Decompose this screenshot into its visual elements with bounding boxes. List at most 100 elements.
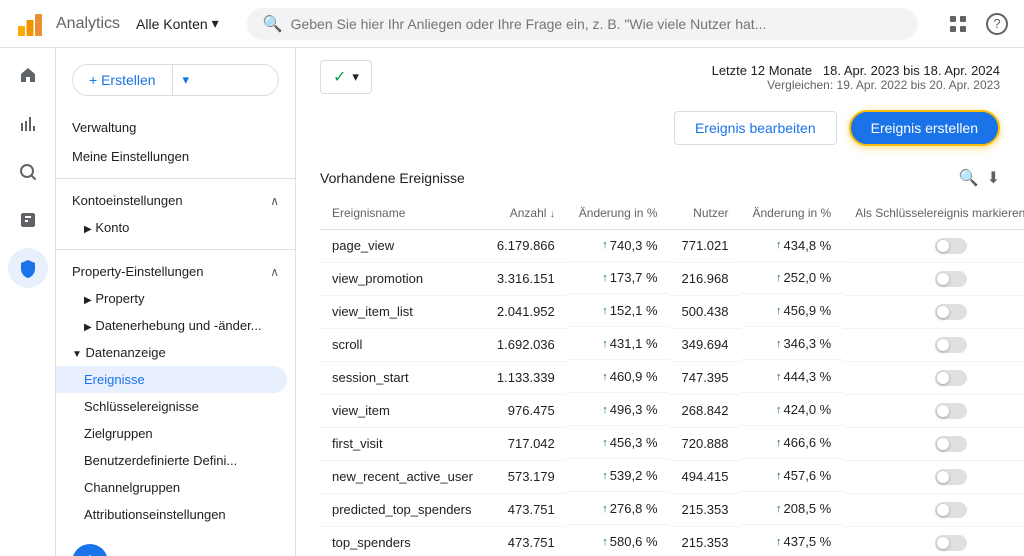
- sidebar-item-datenerhebung[interactable]: ▶ Datenerhebung und -änder...: [56, 312, 295, 339]
- event-users: 215.353: [670, 493, 741, 526]
- edit-event-button[interactable]: Ereignis bearbeiten: [674, 111, 837, 145]
- sidebar-item-zielgruppen[interactable]: Zielgruppen: [56, 420, 295, 447]
- app-name: Analytics: [56, 15, 120, 33]
- account-selector[interactable]: Alle Konten ▾: [136, 15, 219, 32]
- toggle-switch[interactable]: [935, 238, 967, 254]
- filter-status[interactable]: ✓ ▾: [320, 60, 372, 94]
- sort-icon: ↓: [550, 209, 555, 220]
- search-icon: 🔍: [263, 14, 283, 34]
- event-change2: ↑466,6 %: [741, 427, 844, 459]
- create-dropdown-arrow[interactable]: ▾: [172, 65, 200, 95]
- sidebar-item-attributionseinstellungen[interactable]: Attributionseinstellungen: [56, 501, 295, 528]
- event-toggle-cell[interactable]: [843, 328, 1024, 361]
- chevron-up-icon: ∧: [270, 194, 279, 208]
- settings-gear-icon[interactable]: ⚙: [72, 544, 108, 556]
- sidebar-item-channelgruppen[interactable]: Channelgruppen: [56, 474, 295, 501]
- table-row: view_promotion 3.316.151 ↑173,7 % 216.96…: [320, 262, 1024, 295]
- toggle-switch[interactable]: [935, 535, 967, 551]
- download-icon[interactable]: ⬇: [987, 168, 1000, 188]
- event-toggle-cell[interactable]: [843, 295, 1024, 328]
- search-bar[interactable]: 🔍: [247, 8, 918, 40]
- table-row: predicted_top_spenders 473.751 ↑276,8 % …: [320, 493, 1024, 526]
- event-change: ↑740,3 %: [567, 230, 670, 262]
- event-change: ↑539,2 %: [567, 460, 670, 492]
- toggle-switch[interactable]: [935, 337, 967, 353]
- event-name: session_start: [320, 361, 485, 394]
- home-icon[interactable]: [8, 56, 48, 96]
- event-users: 268.842: [670, 394, 741, 427]
- event-change: ↑173,7 %: [567, 262, 670, 294]
- sidebar-group-datenanzeige[interactable]: ▼ Datenanzeige: [56, 339, 295, 366]
- event-change2: ↑346,3 %: [741, 328, 844, 360]
- col-change: Änderung in %: [567, 198, 670, 229]
- event-users: 216.968: [670, 262, 741, 295]
- collapse-icon-3: ▶: [84, 322, 92, 333]
- sidebar-group-property-einstellungen[interactable]: Property-Einstellungen ∧: [56, 258, 295, 285]
- event-users: 747.395: [670, 361, 741, 394]
- col-name: Ereignisname: [320, 198, 485, 229]
- event-change: ↑460,9 %: [567, 361, 670, 393]
- event-change2: ↑457,6 %: [741, 460, 844, 492]
- event-toggle-cell[interactable]: [843, 493, 1024, 526]
- main-content: ✓ ▾ Letzte 12 Monate 18. Apr. 2023 bis 1…: [296, 48, 1024, 556]
- event-toggle-cell[interactable]: [843, 526, 1024, 556]
- event-count: 1.692.036: [485, 328, 567, 361]
- search-table-icon[interactable]: 🔍: [959, 168, 979, 188]
- event-change: ↑152,1 %: [567, 295, 670, 327]
- toggle-switch[interactable]: [935, 469, 967, 485]
- search-input[interactable]: [291, 16, 902, 32]
- event-toggle-cell[interactable]: [843, 262, 1024, 295]
- reports-icon[interactable]: [8, 104, 48, 144]
- event-toggle-cell[interactable]: [843, 361, 1024, 394]
- event-count: 3.316.151: [485, 262, 567, 295]
- table-row: view_item_list 2.041.952 ↑152,1 % 500.43…: [320, 295, 1024, 328]
- event-name: page_view: [320, 229, 485, 262]
- apps-icon[interactable]: [946, 12, 970, 36]
- toggle-switch[interactable]: [935, 271, 967, 287]
- table-row: first_visit 717.042 ↑456,3 % 720.888 ↑46…: [320, 427, 1024, 460]
- event-toggle-cell[interactable]: [843, 229, 1024, 262]
- toggle-knob: [937, 273, 949, 285]
- create-event-button[interactable]: Ereignis erstellen: [849, 110, 1000, 146]
- toggle-switch[interactable]: [935, 403, 967, 419]
- sidebar-item-meine-einstellungen[interactable]: Meine Einstellungen: [56, 143, 295, 170]
- event-name: top_spenders: [320, 526, 485, 556]
- event-toggle-cell[interactable]: [843, 460, 1024, 493]
- help-icon[interactable]: ?: [986, 13, 1008, 35]
- sidebar-item-konto[interactable]: ▶ Konto: [56, 214, 295, 241]
- advertising-icon[interactable]: [8, 200, 48, 240]
- toggle-knob: [937, 372, 949, 384]
- chevron-down-icon-filter: ▾: [352, 69, 359, 85]
- sidebar-group-kontoeinstellungen[interactable]: Kontoeinstellungen ∧: [56, 187, 295, 214]
- event-toggle-cell[interactable]: [843, 394, 1024, 427]
- event-change2: ↑437,5 %: [741, 526, 844, 556]
- toggle-switch[interactable]: [935, 370, 967, 386]
- toggle-switch[interactable]: [935, 502, 967, 518]
- create-button[interactable]: + Erstellen: [73, 65, 172, 95]
- sidebar: + Erstellen ▾ Verwaltung Meine Einstellu…: [56, 48, 296, 556]
- sidebar-item-benutzerdefinierte[interactable]: Benutzerdefinierte Defini...: [56, 447, 295, 474]
- event-change: ↑276,8 %: [567, 493, 670, 525]
- event-change: ↑431,1 %: [567, 328, 670, 360]
- toggle-switch[interactable]: [935, 436, 967, 452]
- event-count: 976.475: [485, 394, 567, 427]
- sidebar-item-verwaltung[interactable]: Verwaltung: [56, 112, 295, 143]
- sidebar-item-ereignisse[interactable]: Ereignisse: [56, 366, 287, 393]
- event-count: 2.041.952: [485, 295, 567, 328]
- event-name: first_visit: [320, 427, 485, 460]
- sidebar-item-property[interactable]: ▶ Property: [56, 285, 295, 312]
- table-title: Vorhandene Ereignisse: [320, 162, 465, 194]
- collapse-icon: ▶: [84, 224, 92, 235]
- event-users: 494.415: [670, 460, 741, 493]
- chevron-up-icon-2: ∧: [270, 265, 279, 279]
- col-count[interactable]: Anzahl ↓: [485, 198, 567, 229]
- admin-icon[interactable]: [8, 248, 48, 288]
- event-toggle-cell[interactable]: [843, 427, 1024, 460]
- sidebar-item-schlusselereignisse[interactable]: Schlüsselereignisse: [56, 393, 295, 420]
- explore-icon[interactable]: [8, 152, 48, 192]
- toggle-switch[interactable]: [935, 304, 967, 320]
- event-users: 720.888: [670, 427, 741, 460]
- table-row: new_recent_active_user 573.179 ↑539,2 % …: [320, 460, 1024, 493]
- collapse-icon-4: ▼: [72, 349, 82, 360]
- table-row: page_view 6.179.866 ↑740,3 % 771.021 ↑43…: [320, 229, 1024, 262]
